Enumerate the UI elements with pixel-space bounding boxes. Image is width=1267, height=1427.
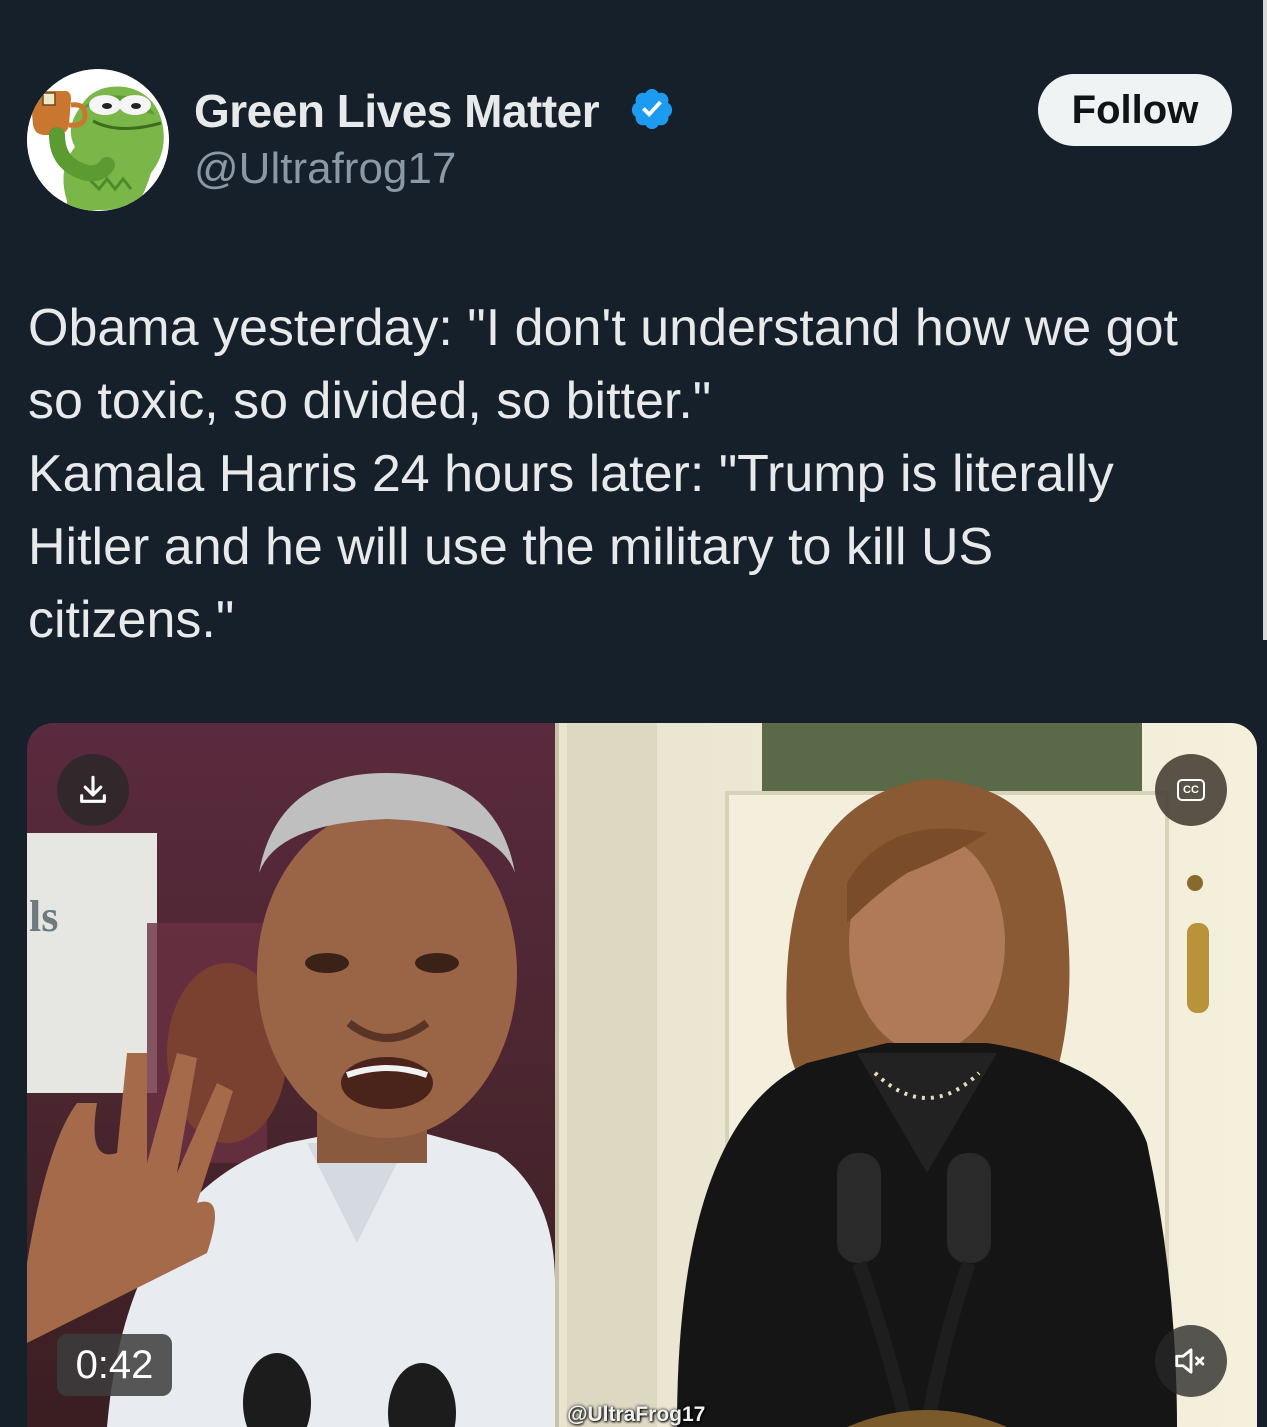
edge-strip (1263, 0, 1267, 640)
follow-button[interactable]: Follow (1038, 74, 1232, 146)
sign-text: ls (29, 892, 59, 941)
video-watermark: @UltraFrog17 (567, 1403, 706, 1426)
verified-badge-icon[interactable] (629, 86, 675, 132)
tweet-screenshot: Green Lives Matter @Ultrafrog17 Follow O… (0, 0, 1267, 1427)
speaker-muted-icon (1175, 1348, 1205, 1374)
video-player[interactable]: ls CC 0:42 @UltraFrog17 (27, 723, 1257, 1427)
tweet-line: so toxic, so divided, so bitter." (28, 372, 712, 430)
video-frame (27, 723, 1257, 1427)
download-button[interactable] (57, 754, 129, 826)
kermit-avatar-icon (27, 69, 169, 211)
user-avatar[interactable] (27, 69, 169, 211)
video-duration: 0:42 (57, 1334, 172, 1396)
closed-captions-icon: CC (1177, 779, 1205, 801)
tweet-text: Obama yesterday: "I don't understand how… (28, 292, 1243, 657)
user-handle[interactable]: @Ultrafrog17 (194, 144, 456, 194)
download-icon (80, 775, 106, 803)
tweet-line: Kamala Harris 24 hours later: "Trump is … (28, 445, 1114, 503)
closed-captions-button[interactable]: CC (1155, 754, 1227, 826)
tweet-line: Hitler and he will use the military to k… (28, 518, 994, 576)
tweet-line: citizens." (28, 591, 235, 649)
display-name[interactable]: Green Lives Matter (194, 84, 600, 138)
tweet-line: Obama yesterday: "I don't understand how… (28, 299, 1178, 357)
mute-button[interactable] (1155, 1325, 1227, 1397)
